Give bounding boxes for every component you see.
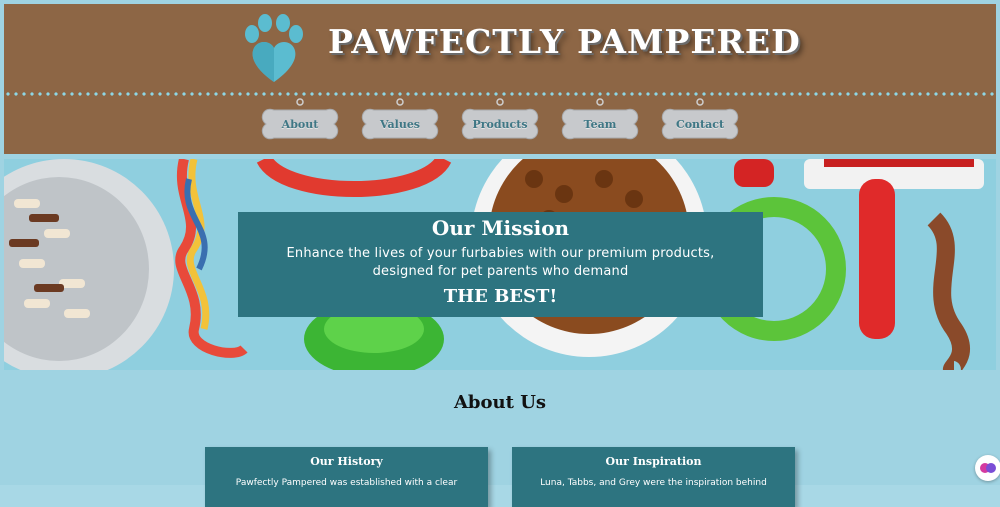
logo-row: PAWFECTLY PAMPERED xyxy=(4,4,996,89)
nav-item-contact[interactable]: Contact xyxy=(660,98,740,150)
dotted-divider xyxy=(4,92,996,96)
card-our-inspiration: Our Inspiration Luna, Tabbs, and Grey we… xyxy=(512,447,795,507)
nav-label-values: Values xyxy=(379,118,421,131)
nav-item-values[interactable]: Values xyxy=(360,98,440,150)
main-nav: About Values Products Team Contact xyxy=(260,98,750,152)
nav-label-team: Team xyxy=(583,118,617,131)
nav-label-contact: Contact xyxy=(675,118,725,131)
card-title: Our History xyxy=(310,455,383,468)
card-text: Luna, Tabbs, and Grey were the inspirati… xyxy=(540,478,767,488)
nav-label-products: Products xyxy=(472,118,528,131)
nav-item-team[interactable]: Team xyxy=(560,98,640,150)
floating-widget-button[interactable] xyxy=(975,455,1000,481)
mission-title: Our Mission xyxy=(431,216,570,240)
card-title: Our Inspiration xyxy=(605,455,702,468)
paw-heart-icon xyxy=(245,14,303,82)
mission-text: Enhance the lives of your furbabies with… xyxy=(286,246,715,279)
site-header: PAWFECTLY PAMPERED About Values Products xyxy=(4,4,996,154)
hero-banner: Our Mission Enhance the lives of your fu… xyxy=(4,159,996,370)
card-text: Pawfectly Pampered was established with … xyxy=(235,478,458,488)
nav-item-products[interactable]: Products xyxy=(460,98,540,150)
site-title: PAWFECTLY PAMPERED xyxy=(328,22,801,61)
mission-panel: Our Mission Enhance the lives of your fu… xyxy=(238,212,763,317)
card-our-history: Our History Pawfectly Pampered was estab… xyxy=(205,447,488,507)
about-us-heading: About Us xyxy=(453,392,547,413)
mission-emphasis: THE BEST! xyxy=(443,286,558,307)
nav-item-about[interactable]: About xyxy=(260,98,340,150)
nav-label-about: About xyxy=(281,118,319,131)
brain-icon xyxy=(980,463,996,473)
